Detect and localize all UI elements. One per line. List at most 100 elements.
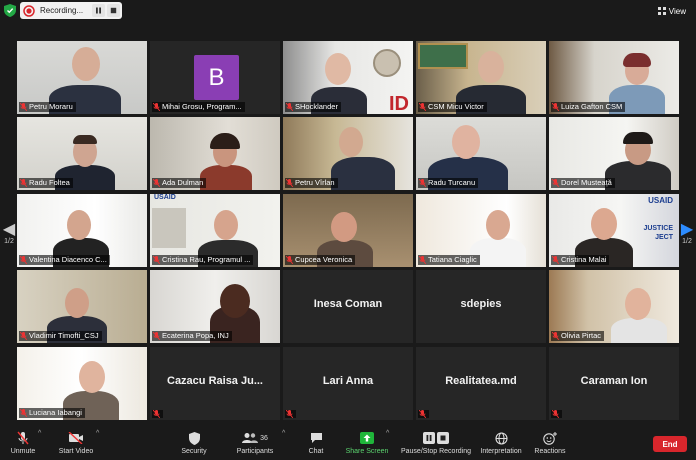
muted-mic-icon [285, 410, 294, 418]
participants-label: Participants [236, 448, 274, 455]
participant-tile[interactable]: Ada Dulman [150, 117, 280, 190]
participant-name-label: Petru Vîrlan [285, 178, 338, 188]
participant-tile[interactable]: Luciana Iabangi [17, 347, 147, 420]
next-page-button[interactable]: ▶ 1/2 [680, 222, 694, 246]
participant-tile[interactable]: Radu Foltea [17, 117, 147, 190]
view-button[interactable]: View [654, 4, 690, 18]
participant-tile[interactable]: ID SHocklander [283, 41, 413, 114]
participant-tile[interactable]: Petru Vîrlan [283, 117, 413, 190]
participant-tile[interactable]: Olivia Pirtac [549, 270, 679, 343]
grid-view-icon [657, 7, 666, 15]
participant-tile[interactable]: Realitatea.md [416, 347, 546, 420]
chevron-left-icon: ◀ [2, 221, 16, 238]
participant-name-label: Luiza Gafton CSM [551, 102, 626, 112]
interpretation-label: Interpretation [480, 448, 522, 455]
participant-name-label: Radu Turcanu [418, 178, 479, 188]
participant-tile[interactable]: Petru Moraru [17, 41, 147, 114]
muted-mic-icon [551, 410, 560, 418]
participant-tile[interactable]: Caraman Ion [549, 347, 679, 420]
globe-icon [478, 430, 524, 446]
muted-mic-icon [152, 410, 161, 418]
audio-options-chevron-icon[interactable]: ^ [38, 430, 41, 437]
share-options-chevron-icon[interactable]: ^ [386, 430, 389, 437]
participant-tile[interactable]: USAID Cristina Rau, Programul ... [150, 194, 280, 267]
pause-recording-icon[interactable] [92, 4, 105, 17]
participant-tile[interactable]: Cupcea Veronica [283, 194, 413, 267]
participant-name-label: Tatiana Ciaglic [418, 255, 480, 265]
participant-display-name: Lari Anna [322, 375, 374, 387]
participant-tile[interactable]: Tatiana Ciaglic [416, 194, 546, 267]
stop-icon [437, 432, 449, 444]
participant-tile[interactable]: Cazacu Raisa Ju... [150, 347, 280, 420]
muted-mic-icon [152, 255, 161, 265]
muted-mic-icon [551, 255, 560, 265]
participant-name-label: Cupcea Veronica [285, 255, 356, 265]
participant-tile[interactable]: Dorel Musteață [549, 117, 679, 190]
reactions-button[interactable]: Reactions [532, 430, 568, 455]
participant-name-label: Cristina Rau, Programul ... [152, 255, 254, 265]
page-indicator-right: 1/2 [682, 238, 692, 245]
participant-tile[interactable]: USAID JUSTICE JECT Cristina Malai [549, 194, 679, 267]
security-button[interactable]: Security [178, 430, 210, 455]
unmute-button[interactable]: Unmute [8, 430, 38, 455]
participant-tile[interactable]: Valentina Diacenco C... [17, 194, 147, 267]
muted-mic-icon [418, 102, 427, 112]
muted-mic-icon [19, 102, 28, 112]
muted-mic-icon [418, 255, 427, 265]
participant-tile[interactable]: Vladimir Timofti_CSJ [17, 270, 147, 343]
end-meeting-button[interactable]: End [653, 436, 687, 452]
muted-mic-icon [285, 255, 294, 265]
participant-tile[interactable]: Ecaterina Popa, INJ [150, 270, 280, 343]
unmute-label: Unmute [10, 448, 36, 455]
participant-tile[interactable]: CSM Micu Victor [416, 41, 546, 114]
participant-tile[interactable]: Inesa Coman [283, 270, 413, 343]
participant-name-label: Petru Moraru [19, 102, 76, 112]
participant-display-name: Cazacu Raisa Ju... [167, 375, 263, 387]
muted-mic-icon [285, 102, 294, 112]
start-video-button[interactable]: Start Video [56, 430, 96, 455]
pause-icon [423, 432, 435, 444]
interpretation-button[interactable]: Interpretation [478, 430, 524, 455]
pause-stop-recording-button[interactable]: Pause/Stop Recording [398, 430, 474, 455]
participant-tile[interactable]: sdepies [416, 270, 546, 343]
meeting-toolbar: Unmute ^ Start Video ^ Security 36 Parti… [0, 426, 696, 460]
participant-display-name: Caraman Ion [580, 375, 648, 387]
muted-mic-icon [19, 331, 28, 341]
muted-mic-icon [152, 178, 161, 188]
previous-page-button[interactable]: ◀ 1/2 [2, 221, 16, 246]
participant-name-label: Ecaterina Popa, INJ [152, 331, 232, 341]
video-off-icon [56, 430, 96, 446]
muted-mic-icon [285, 178, 294, 188]
participant-avatar: B [194, 55, 239, 100]
recording-controls-icons [398, 430, 474, 446]
participant-tile[interactable]: Lari Anna [283, 347, 413, 420]
participant-name-label: Cristina Malai [551, 255, 610, 265]
participants-icon [242, 433, 259, 443]
security-label: Security [181, 448, 207, 455]
participant-name-label: Vladimir Timofti_CSJ [19, 331, 102, 341]
participant-name-label [418, 410, 429, 418]
chat-button[interactable]: Chat [304, 430, 328, 455]
stop-recording-icon[interactable] [107, 4, 120, 17]
meeting-top-bar: Recording... View [0, 0, 696, 22]
participants-button[interactable]: 36 Participants [234, 430, 276, 455]
view-label: View [668, 6, 686, 16]
share-screen-button[interactable]: Share Screen [344, 430, 390, 455]
participant-name-label: Olivia Pirtac [551, 331, 605, 341]
participant-name-label: Dorel Musteață [551, 178, 615, 188]
shield-icon[interactable] [4, 4, 16, 17]
muted-mic-icon [551, 178, 560, 188]
muted-mic-icon [19, 178, 28, 188]
participant-tile[interactable]: B Mihai Grosu, Program... [150, 41, 280, 114]
recording-label: Recording... [40, 6, 84, 15]
participant-tile[interactable]: Luiza Gafton CSM [549, 41, 679, 114]
pause-stop-recording-label: Pause/Stop Recording [400, 448, 472, 455]
participant-name-label [551, 410, 562, 418]
participants-options-chevron-icon[interactable]: ^ [282, 430, 285, 437]
reactions-label: Reactions [534, 448, 566, 455]
participant-name-label: CSM Micu Victor [418, 102, 487, 112]
muted-mic-icon [152, 102, 161, 112]
participant-tile[interactable]: Radu Turcanu [416, 117, 546, 190]
muted-mic-icon [19, 408, 28, 418]
video-options-chevron-icon[interactable]: ^ [96, 430, 99, 437]
